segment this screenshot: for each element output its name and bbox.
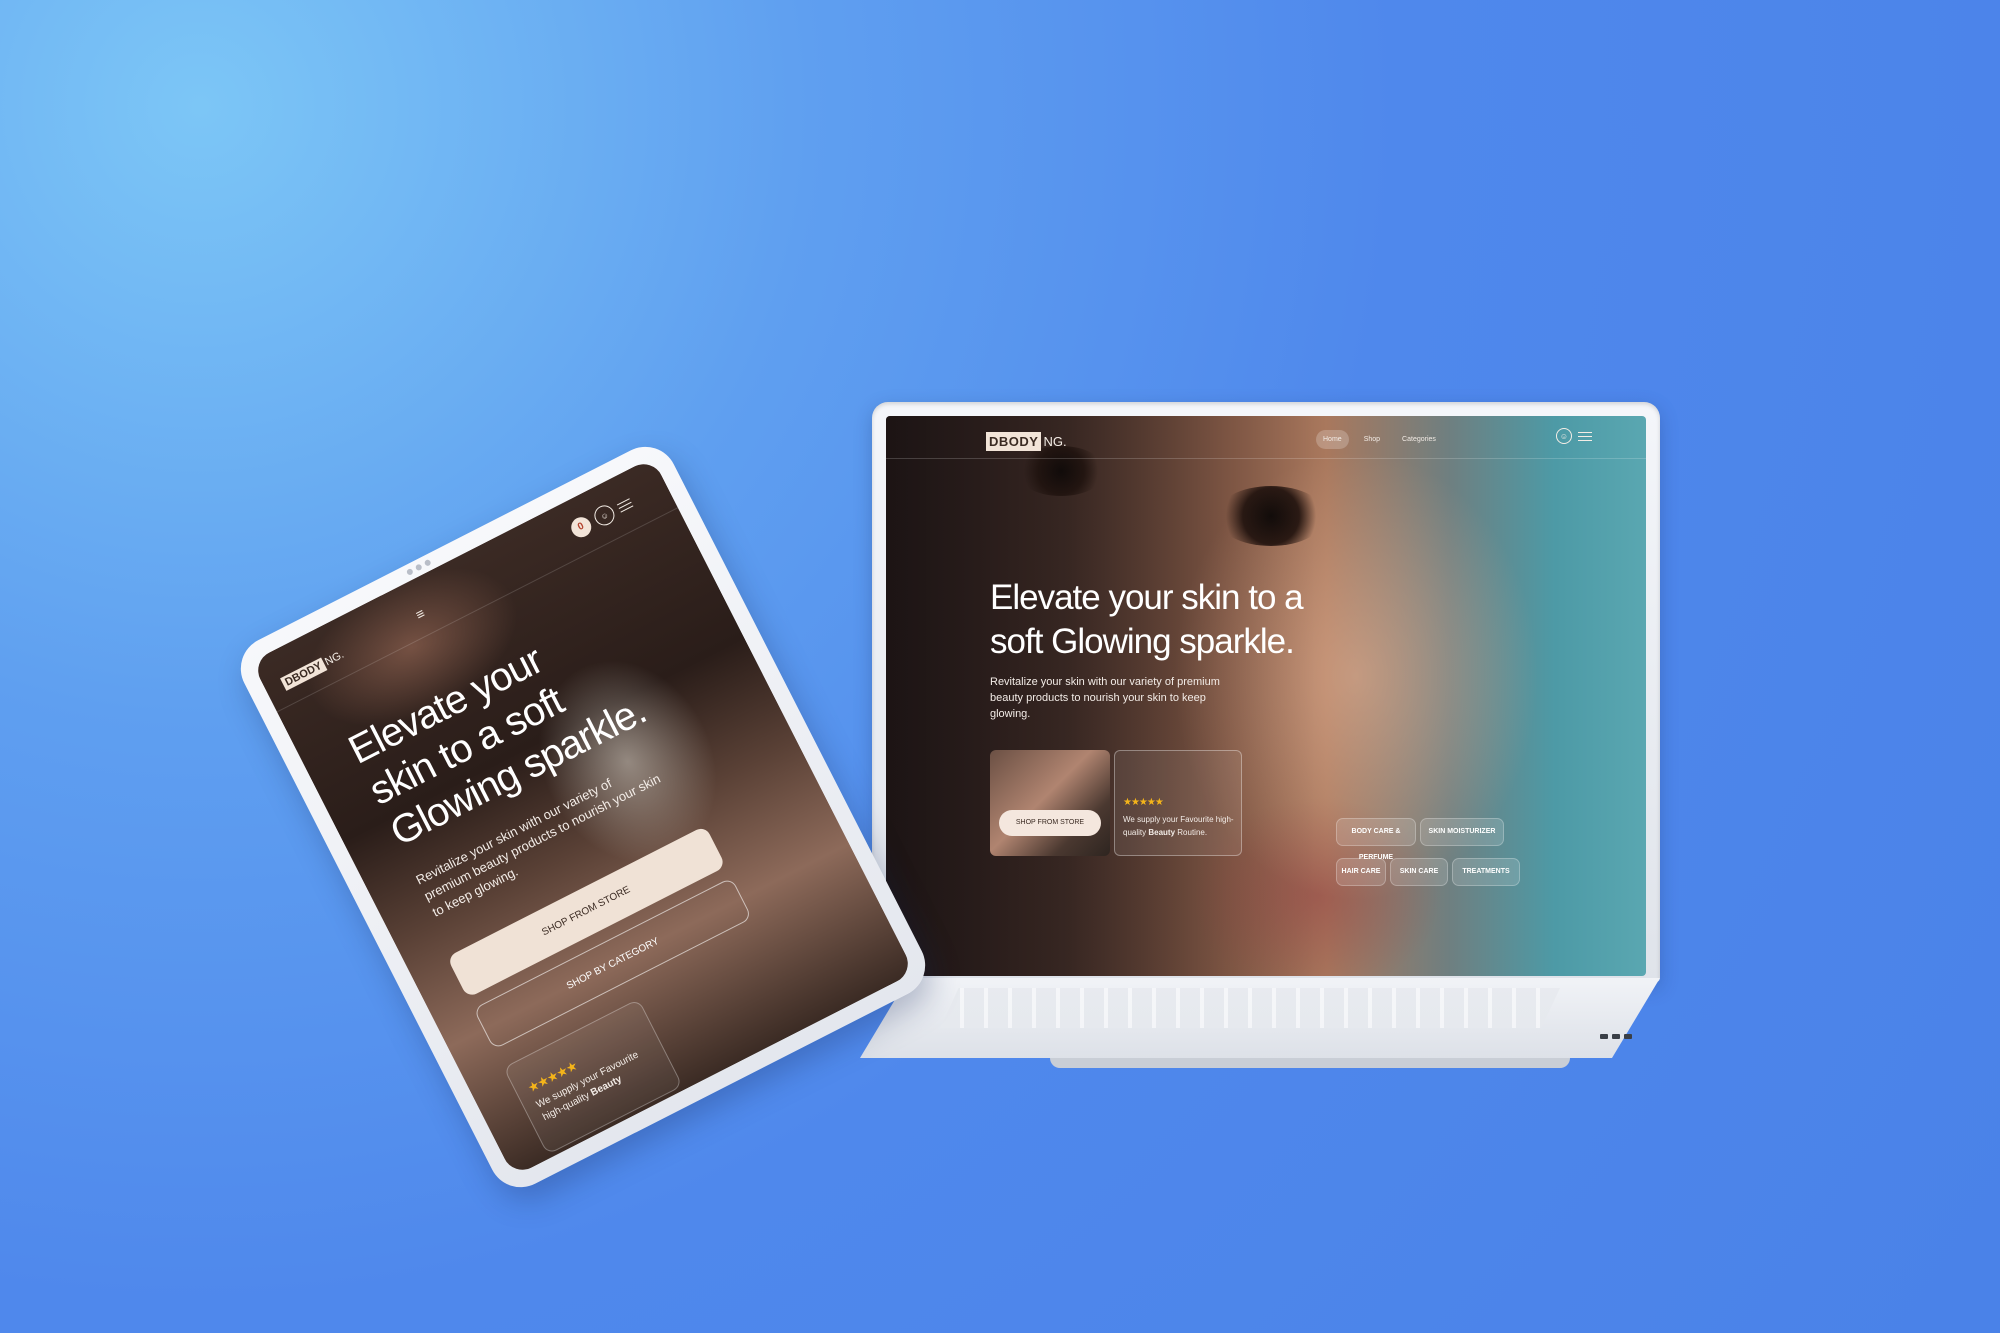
hero-title: Elevate your skin to a soft Glowing spar… <box>990 578 1304 661</box>
chip-hair-care[interactable]: HAIR CARE <box>1336 858 1386 886</box>
rating-text: We supply your Favourite high-quality Be… <box>1123 813 1235 839</box>
laptop-device: DBODY NG. Home Shop Categories ☺ Elevate… <box>872 402 1660 982</box>
cart-icon[interactable]: 0 <box>567 513 595 541</box>
laptop-ports <box>1600 1034 1632 1039</box>
shop-from-store-button[interactable]: SHOP FROM STORE <box>999 810 1101 836</box>
product-image-card: SHOP FROM STORE <box>990 750 1110 856</box>
nav-links: Home Shop Categories <box>1316 430 1443 449</box>
tablet-menu-icon[interactable] <box>616 497 634 513</box>
nav-icons: ☺ <box>1556 428 1592 444</box>
chip-treatments[interactable]: TREATMENTS <box>1452 858 1520 886</box>
laptop-lip <box>1050 1058 1570 1068</box>
hamburger-icon[interactable]: ≡ <box>413 605 428 623</box>
laptop-base <box>790 978 1680 1068</box>
chip-skin-care[interactable]: SKIN CARE <box>1390 858 1448 886</box>
logo[interactable]: DBODY NG. <box>986 432 1067 451</box>
tablet-logo[interactable]: DBODY NG. <box>280 648 346 691</box>
chip-body-care[interactable]: BODY CARE & PERFUME <box>1336 818 1416 861</box>
hero-subtitle: Revitalize your skin with our variety of… <box>990 676 1220 720</box>
logo-box: DBODY <box>986 432 1042 451</box>
tablet-logo-box: DBODY <box>280 657 328 691</box>
chip-skin-moisturizer[interactable]: SKIN MOISTURIZER <box>1420 818 1504 846</box>
tablet-nav-icons: 0 ☺ <box>567 493 636 541</box>
laptop-screen: DBODY NG. Home Shop Categories ☺ Elevate… <box>886 416 1646 976</box>
tablet-screen: DBODY NG. ≡ 0 ☺ Elevate your skin to a s… <box>251 457 915 1177</box>
nav-home[interactable]: Home <box>1316 430 1349 449</box>
tablet-device: DBODY NG. ≡ 0 ☺ Elevate your skin to a s… <box>229 435 937 1199</box>
rating-text-suffix: Routine. <box>1177 828 1208 837</box>
rating-stars: ★★★★★ <box>1123 797 1164 808</box>
nav-categories[interactable]: Categories <box>1395 430 1443 449</box>
laptop-keyboard <box>940 988 1560 1028</box>
menu-icon[interactable] <box>1578 431 1592 441</box>
nav-shop[interactable]: Shop <box>1357 430 1387 449</box>
rating-card: ★★★★★ We supply your Favourite high-qual… <box>1114 750 1242 856</box>
user-icon[interactable]: ☺ <box>1556 428 1572 444</box>
logo-suffix: NG. <box>1043 434 1067 449</box>
rating-text-bold: Beauty <box>1148 828 1176 837</box>
tablet-user-icon[interactable]: ☺ <box>590 501 618 529</box>
tablet-logo-suffix: NG. <box>323 648 346 669</box>
laptop-navbar: DBODY NG. Home Shop Categories ☺ <box>886 416 1646 459</box>
